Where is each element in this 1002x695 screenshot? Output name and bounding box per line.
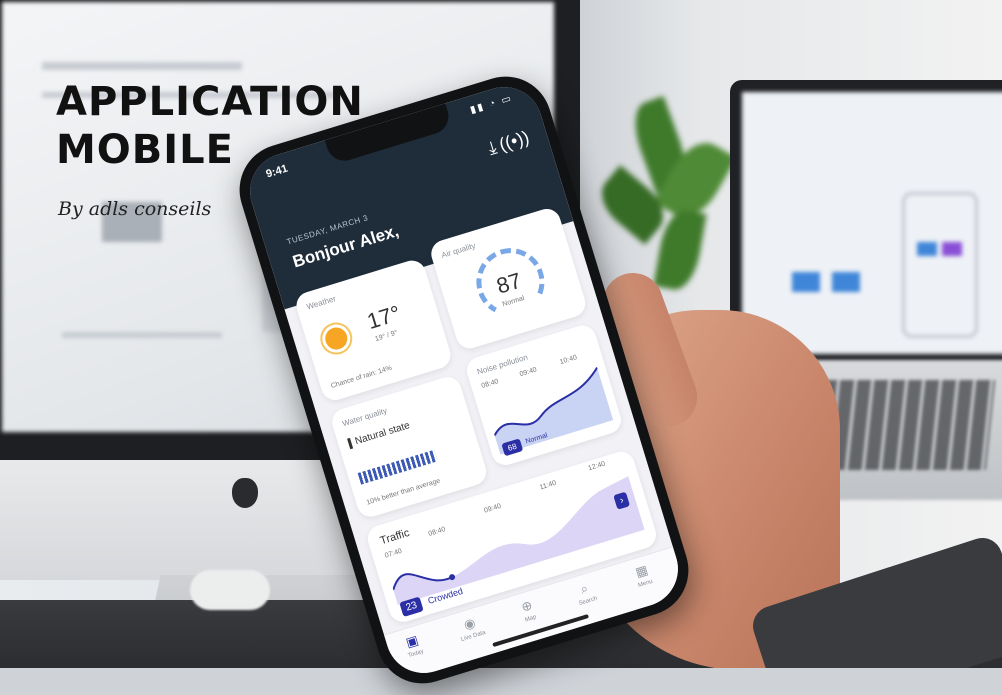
plant bbox=[591, 80, 740, 300]
banner-title-line1: APPLICATION bbox=[56, 79, 364, 125]
noise-chart bbox=[493, 367, 614, 455]
traffic-time-3: 09:40 bbox=[483, 502, 503, 515]
water-quality-label: Water quality bbox=[341, 406, 389, 429]
tab-today[interactable]: ▣ Today bbox=[384, 621, 446, 682]
noise-time-2: 09:40 bbox=[518, 366, 538, 379]
mouse bbox=[190, 570, 270, 610]
tab-menu[interactable]: ▦ Menu bbox=[614, 551, 676, 613]
status-icons: ▮▮ ◔ ▭ bbox=[468, 92, 515, 117]
banner-byline: By adls conseils bbox=[58, 198, 212, 220]
weather-temp: 17° bbox=[364, 300, 404, 335]
weather-note: Chance of rain: 14% bbox=[330, 364, 393, 390]
air-quality-label: Air quality bbox=[440, 241, 477, 260]
apple-logo-icon bbox=[232, 478, 258, 508]
status-time: 9:41 bbox=[264, 162, 290, 181]
sun-icon bbox=[322, 324, 351, 353]
traffic-time-5: 12:40 bbox=[587, 460, 607, 473]
water-quality-bar bbox=[357, 449, 438, 485]
noise-time-1: 08:40 bbox=[480, 378, 500, 390]
weather-label: Weather bbox=[305, 294, 337, 312]
broadcast-icon[interactable]: ((•)) bbox=[497, 127, 532, 156]
noise-time-3: 10:40 bbox=[559, 354, 578, 366]
traffic-time-4: 11:40 bbox=[538, 479, 558, 492]
noise-card[interactable]: Noise pollution 08:40 09:40 10:40 68 Nor… bbox=[463, 322, 625, 469]
tab-live-data[interactable]: ◉ Live Data bbox=[442, 603, 504, 665]
water-quality-note: 10% better than average bbox=[365, 477, 442, 507]
